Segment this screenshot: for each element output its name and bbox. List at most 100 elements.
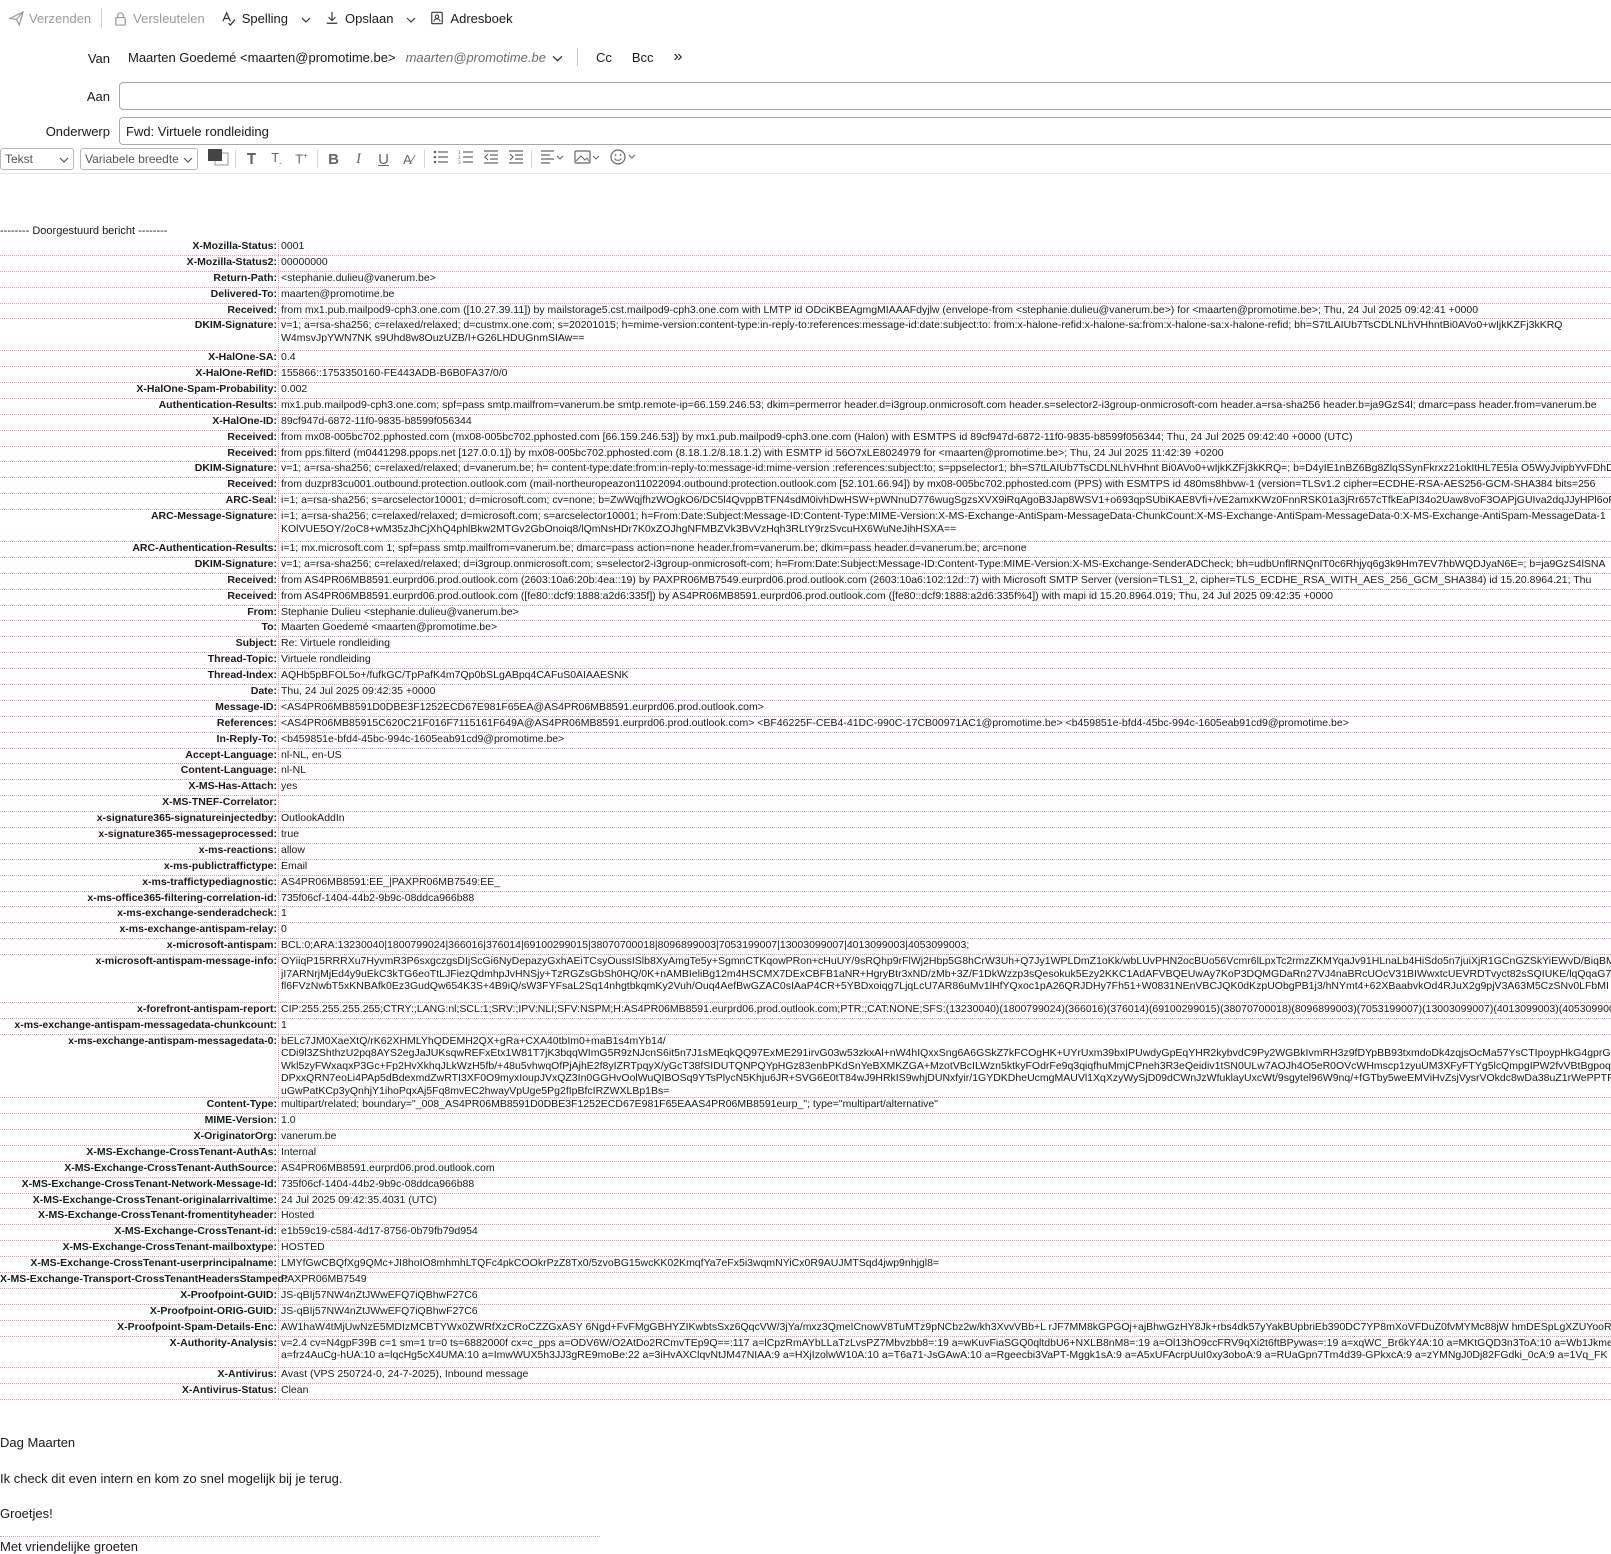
header-row: x-ms-reactions: allow xyxy=(0,843,1611,860)
header-row: Accept-Language: nl-NL, en-US xyxy=(0,748,1611,765)
color-swatch-icon xyxy=(207,148,229,170)
header-name: X-Antivirus: xyxy=(0,1368,279,1384)
indent-icon xyxy=(508,150,524,168)
header-value: 0001 xyxy=(281,240,305,252)
bullet-list-button[interactable] xyxy=(428,148,453,170)
header-row: Return-Path: <stephanie.dulieu@vanerum.be… xyxy=(0,271,1611,288)
header-name: X-Authority-Analysis: xyxy=(0,1336,279,1368)
header-row: x-ms-traffictypediagnostic: AS4PR06MB8591… xyxy=(0,875,1611,892)
header-name: Content-Type: xyxy=(0,1098,279,1114)
header-value: from mx1.pub.mailpod9-cph3.one.com ([10.… xyxy=(281,303,1479,316)
from-selector: Maarten Goedemé <maarten@promotime.be> m… xyxy=(128,48,702,66)
header-row: X-Proofpoint-Spam-Details-Enc: AW1haW4tMj… xyxy=(0,1320,1611,1337)
header-name: Date: xyxy=(0,684,279,700)
header-row: Content-Language: nl-NL xyxy=(0,764,1611,781)
bcc-button[interactable]: Bcc xyxy=(632,50,654,65)
subject-field[interactable]: Fwd: Virtuele rondleiding xyxy=(119,117,1611,145)
clear-formatting-button[interactable]: A∕ xyxy=(396,148,421,170)
save-button[interactable]: Opslaan xyxy=(316,4,401,32)
header-value: 24 Jul 2025 09:42:35.4031 (UTC) xyxy=(281,1193,437,1206)
header-row: x-ms-exchange-antispam-messagedata-chunk… xyxy=(0,1018,1611,1035)
header-value: Hosted xyxy=(281,1209,315,1222)
more-recipients-button[interactable]: » xyxy=(674,48,683,66)
to-label: Aan xyxy=(86,89,110,104)
header-name: X-HalOne-ID: xyxy=(0,414,279,430)
save-dropdown[interactable] xyxy=(401,4,421,32)
underline-button[interactable]: U xyxy=(371,148,396,170)
header-row: x-microsoft-antispam-message-info: OYiiqP… xyxy=(0,955,1611,1003)
addressbook-label: Adresboek xyxy=(450,10,513,26)
spelling-dropdown[interactable] xyxy=(296,4,316,32)
header-name: X-MS-Exchange-CrossTenant-AuthAs: xyxy=(0,1145,279,1161)
header-value: OutlookAddIn xyxy=(281,812,345,825)
header-value: PAXPR06MB7549 xyxy=(281,1272,367,1285)
cc-button[interactable]: Cc xyxy=(596,50,612,65)
header-value: AW1haW4tMjUwNzE5MDIzMCBTYWx0ZWRfXzCRoCZZ… xyxy=(281,1320,1611,1333)
header-row: Received: from mx1.pub.mailpod9-cph3.one.… xyxy=(0,303,1611,320)
paragraph-format-select[interactable]: Tekst xyxy=(0,148,74,170)
subject-label: Onderwerp xyxy=(45,124,110,139)
encrypt-button[interactable]: Versleutelen xyxy=(104,4,213,32)
numbered-list-button[interactable]: 123 xyxy=(453,148,478,170)
header-row: Received: from mx08-005bc702.pphosted.com… xyxy=(0,430,1611,447)
header-name: Return-Path: xyxy=(0,271,279,287)
header-name: References: xyxy=(0,716,279,732)
header-row: Received: from AS4PR06MB8591.eurprd06.pro… xyxy=(0,573,1611,590)
header-value: 00000000 xyxy=(281,255,328,268)
indent-button[interactable] xyxy=(503,148,528,170)
subject-value: Fwd: Virtuele rondleiding xyxy=(126,124,269,139)
header-row: Thread-Index: AQHb5pBFOL5o+/fufkGC/TpPafK… xyxy=(0,669,1611,685)
header-value: Thu, 24 Jul 2025 09:42:35 +0000 xyxy=(281,684,436,697)
bold-icon: B xyxy=(328,150,339,168)
header-name: x-ms-reactions: xyxy=(0,843,279,859)
font-select[interactable]: Variabele breedte xyxy=(80,148,198,170)
header-row: Authentication-Results: mx1.pub.mailpod9-… xyxy=(0,398,1611,415)
header-value: from AS4PR06MB8591.eurprd06.prod.outlook… xyxy=(281,589,1333,602)
header-value: from mx08-005bc702.pphosted.com (mx08-00… xyxy=(281,430,1353,443)
chevron-down-icon[interactable] xyxy=(552,50,563,65)
from-alt-address: maarten@promotime.be xyxy=(405,49,546,65)
header-name: MIME-Version: xyxy=(0,1114,279,1129)
increase-font-icon: T+ xyxy=(295,151,308,167)
header-value: Avast (VPS 250724-0, 24-7-2025), Inbound… xyxy=(281,1368,529,1381)
header-value: Email xyxy=(281,859,308,872)
header-row: X-OriginatorOrg: vanerum.be xyxy=(0,1129,1611,1146)
spellcheck-icon xyxy=(221,10,237,26)
header-value: e1b59c19-c584-4d17-8756-0b79fb79d954 xyxy=(281,1225,478,1238)
text-color-button[interactable] xyxy=(204,148,232,170)
header-name: From: xyxy=(0,605,279,621)
spelling-button[interactable]: Spelling xyxy=(213,4,296,32)
header-row: X-Mozilla-Status2: 00000000 xyxy=(0,255,1611,272)
italic-button[interactable]: I xyxy=(346,148,371,170)
header-row: x-ms-publictraffictype: Email xyxy=(0,859,1611,876)
header-row: DKIM-Signature: v=1; a=rsa-sha256; c=rela… xyxy=(0,557,1611,574)
header-value: JS-qBIj57NW4nZtJWwEFQ7iQBhwF27C6 xyxy=(281,1304,478,1317)
header-value: 0.4 xyxy=(281,351,296,364)
to-field[interactable] xyxy=(119,82,1611,110)
header-name: Received: xyxy=(0,573,279,589)
closing-text: Groetjes! xyxy=(0,1506,53,1521)
header-value: <AS4PR06MB8591D0DBE3F1252ECD67E981F65EA@… xyxy=(281,700,764,713)
outdent-button[interactable] xyxy=(478,148,503,170)
addressbook-button[interactable]: Adresboek xyxy=(421,4,520,32)
header-value: multipart/related; boundary="_008_AS4PR0… xyxy=(281,1098,938,1111)
signature-text: Met vriendelijke groeten xyxy=(0,1539,139,1554)
send-icon xyxy=(8,10,24,26)
header-value: v=1; a=rsa-sha256; c=relaxed/relaxed; d=… xyxy=(281,462,1611,475)
signature-block: Met vriendelijke groeten xyxy=(0,1536,600,1554)
bold-button[interactable]: B xyxy=(321,148,346,170)
header-name: Received: xyxy=(0,303,279,319)
header-name: Received: xyxy=(0,589,279,605)
insert-image-button[interactable] xyxy=(569,148,605,170)
increase-font-size-button[interactable]: T+ xyxy=(289,148,314,170)
send-button[interactable]: Verzenden xyxy=(0,4,99,32)
decrease-font-size-button[interactable]: T- xyxy=(264,148,289,170)
from-identity[interactable]: Maarten Goedemé <maarten@promotime.be> xyxy=(128,50,396,65)
alignment-button[interactable] xyxy=(535,148,569,170)
header-row: X-Proofpoint-GUID: JS-qBIj57NW4nZtJWwEFQ7… xyxy=(0,1288,1611,1305)
header-value: from duzpr83cu001.outbound.protection.ou… xyxy=(281,478,1596,491)
header-value: nl-NL xyxy=(281,764,307,777)
font-size-reset-button[interactable]: 𝐓 xyxy=(239,148,264,170)
chevron-down-icon xyxy=(59,152,69,166)
insert-emoji-button[interactable] xyxy=(605,148,641,170)
